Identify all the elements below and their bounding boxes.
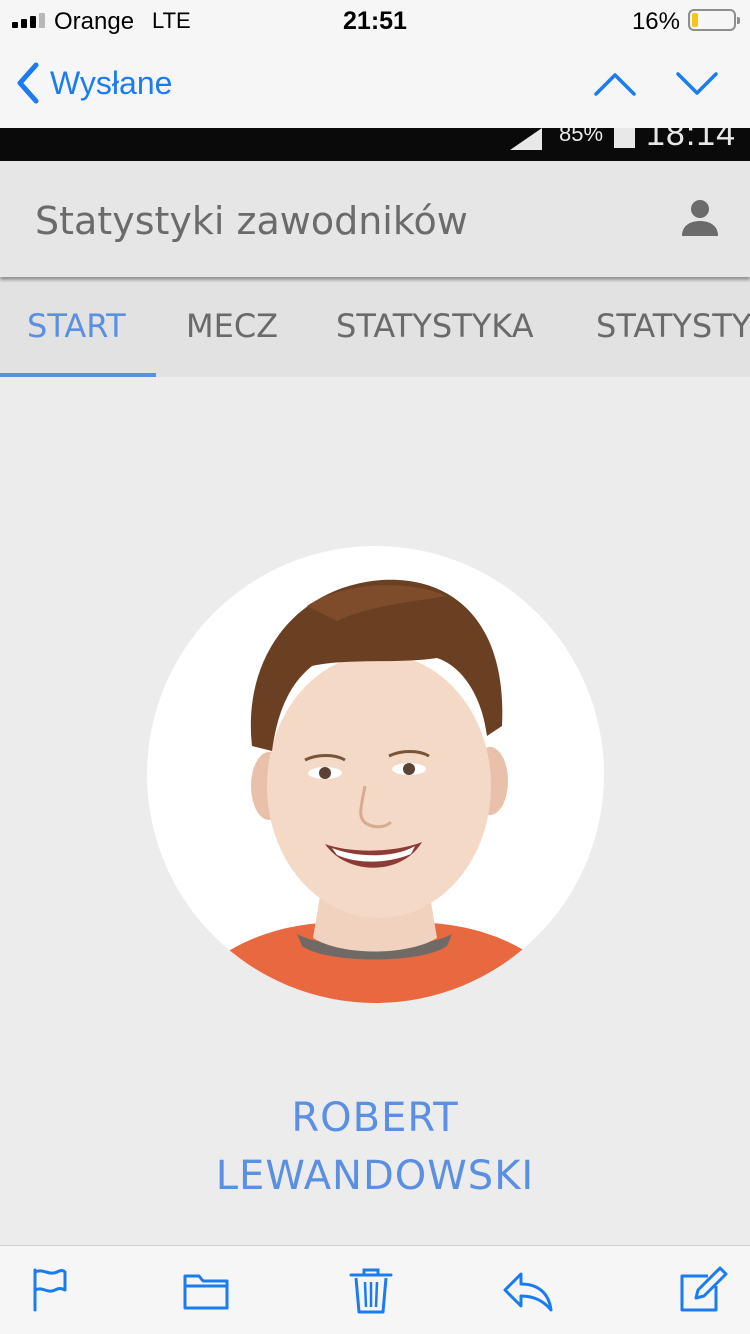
reply-icon[interactable] xyxy=(503,1266,553,1314)
tab-statystyka[interactable]: STATYSTYKA xyxy=(336,307,534,345)
chevron-down-icon[interactable] xyxy=(675,66,719,102)
trash-icon[interactable] xyxy=(346,1266,396,1314)
chevron-left-icon xyxy=(17,62,39,104)
mail-toolbar xyxy=(0,1245,750,1334)
battery-percentage: 16% xyxy=(631,8,680,35)
chevron-up-icon[interactable] xyxy=(593,66,637,102)
person-icon[interactable] xyxy=(680,198,720,238)
tab-start[interactable]: START xyxy=(27,307,126,345)
signal-icon xyxy=(510,128,542,150)
tab-statystyki[interactable]: STATYSTYKI xyxy=(596,307,750,345)
tab-bar: START MECZ STATYSTYKA STATYSTYKI xyxy=(0,277,750,377)
embedded-status-time: 18:14 xyxy=(646,128,737,153)
player-photo xyxy=(147,546,604,1003)
player-name: ROBERT LEWANDOWSKI xyxy=(0,1089,750,1205)
battery-level-fill xyxy=(692,13,699,27)
back-label: Wysłane xyxy=(50,64,173,101)
back-button[interactable]: Wysłane xyxy=(14,58,172,108)
app-bar: Statystyki zawodników xyxy=(0,161,750,277)
player-portrait-image xyxy=(207,579,547,1003)
embedded-status-bar: 85% 18:14 xyxy=(0,128,750,161)
mail-navigation-bar: Wysłane xyxy=(0,40,750,128)
player-last-name: LEWANDOWSKI xyxy=(215,1153,535,1199)
folder-icon[interactable] xyxy=(181,1266,231,1314)
embedded-battery-icon xyxy=(614,128,635,148)
tab-mecz[interactable]: MECZ xyxy=(186,307,278,345)
compose-icon[interactable] xyxy=(678,1266,728,1314)
player-first-name: ROBERT xyxy=(291,1095,459,1141)
embedded-battery-percentage: 85% xyxy=(559,128,604,146)
app-title: Statystyki zawodników xyxy=(35,199,468,243)
status-bar: Orange LTE 21:51 16% xyxy=(0,0,750,40)
player-profile: ROBERT LEWANDOWSKI xyxy=(0,377,750,1245)
flag-icon[interactable] xyxy=(25,1266,75,1314)
battery-icon xyxy=(688,9,740,31)
